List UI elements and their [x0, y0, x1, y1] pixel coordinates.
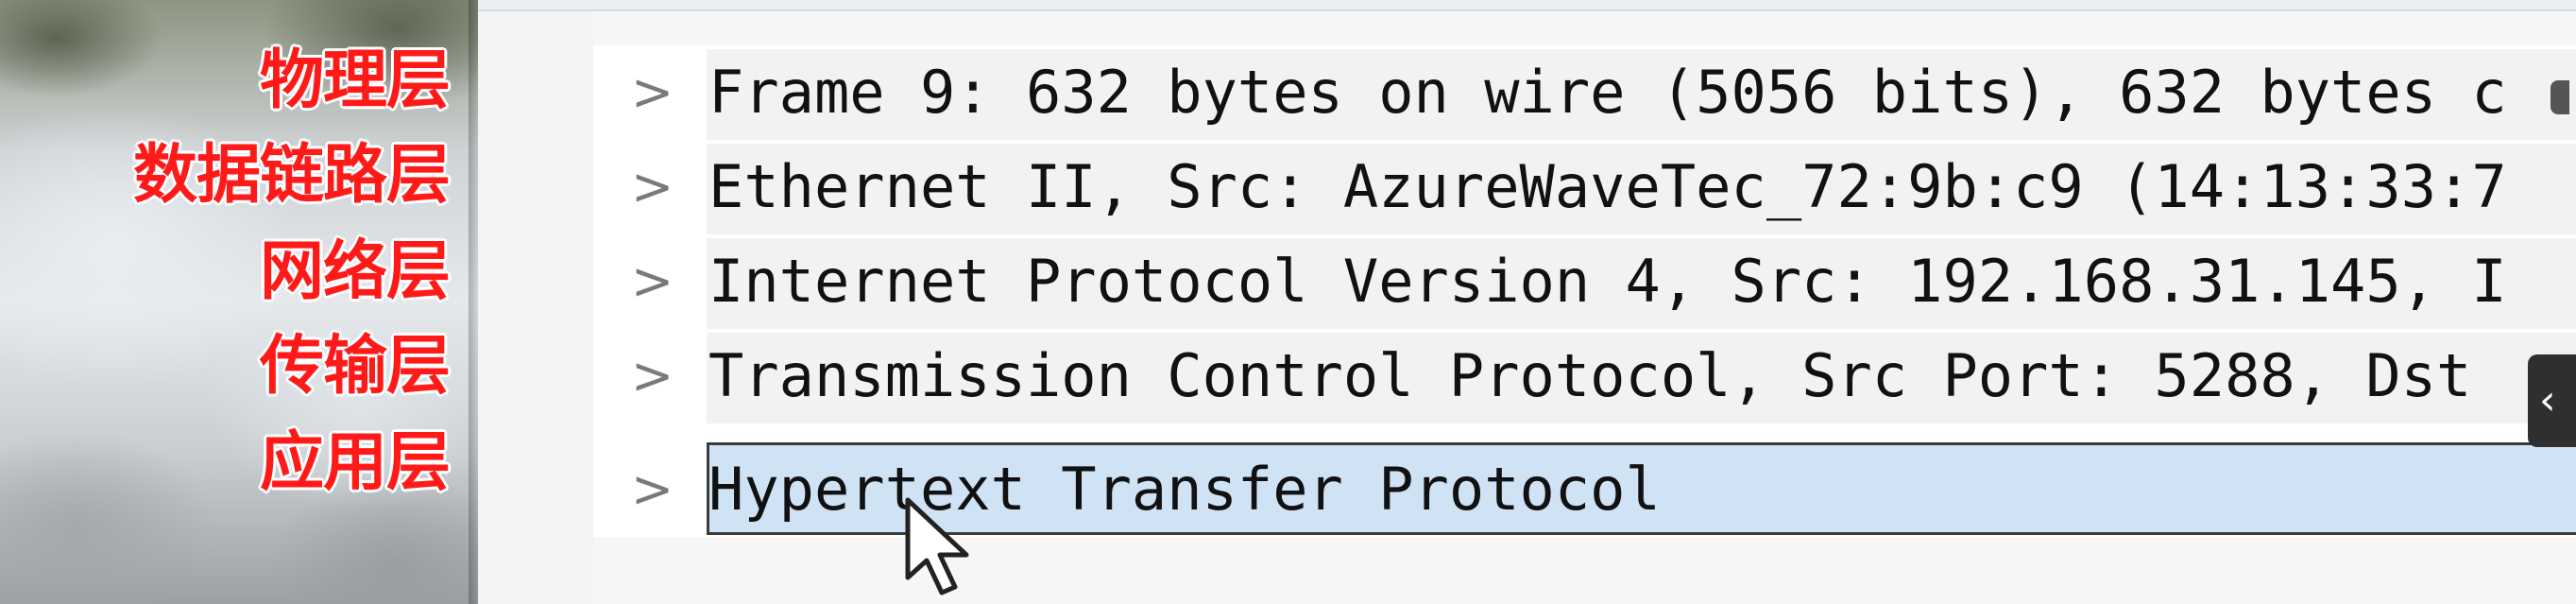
label-data-link-layer: 数据链路层 — [132, 138, 451, 213]
chevron-right-icon[interactable]: > — [631, 329, 674, 423]
tree-row-http[interactable]: > Hypertext Transfer Protocol — [593, 442, 2576, 537]
pane-top-border — [478, 0, 2576, 11]
label-physical-layer: 物理层 — [259, 43, 451, 118]
packet-details-pane: > Frame 9: 632 bytes on wire (5056 bits)… — [478, 0, 2576, 604]
tree-row-ethernet[interactable]: > Ethernet II, Src: AzureWaveTec_72:9b:c… — [593, 140, 2576, 234]
chevron-right-icon[interactable]: > — [631, 442, 674, 537]
tree-row-label: Ethernet II, Src: AzureWaveTec_72:9b:c9 … — [708, 152, 2507, 221]
mouse-cursor-icon — [905, 497, 969, 595]
chevron-right-icon[interactable]: > — [631, 45, 674, 140]
tree-row-ipv4[interactable]: > Internet Protocol Version 4, Src: 192.… — [593, 234, 2576, 329]
tree-row-label: Hypertext Transfer Protocol — [708, 455, 1661, 524]
tree-row-frame[interactable]: > Frame 9: 632 bytes on wire (5056 bits)… — [593, 45, 2576, 140]
tree-row-tcp[interactable]: > Transmission Control Protocol, Src Por… — [593, 329, 2576, 423]
chevron-right-icon[interactable]: > — [631, 234, 674, 329]
pane-gutter — [478, 11, 593, 604]
label-transport-layer: 传输层 — [259, 329, 451, 404]
label-network-layer: 网络层 — [259, 234, 451, 309]
collapse-side-tab[interactable]: ‹ — [2528, 354, 2576, 447]
scroll-handle[interactable] — [2550, 80, 2569, 114]
tree-row-label: Internet Protocol Version 4, Src: 192.16… — [708, 247, 2507, 316]
chevron-right-icon[interactable]: > — [631, 140, 674, 234]
tree-row-label: Transmission Control Protocol, Src Port:… — [708, 341, 2472, 410]
label-application-layer: 应用层 — [259, 425, 451, 500]
tree-row-label: Frame 9: 632 bytes on wire (5056 bits), … — [708, 58, 2507, 127]
packet-tree: > Frame 9: 632 bytes on wire (5056 bits)… — [593, 45, 2576, 537]
chevron-left-icon: ‹ — [2539, 376, 2556, 424]
